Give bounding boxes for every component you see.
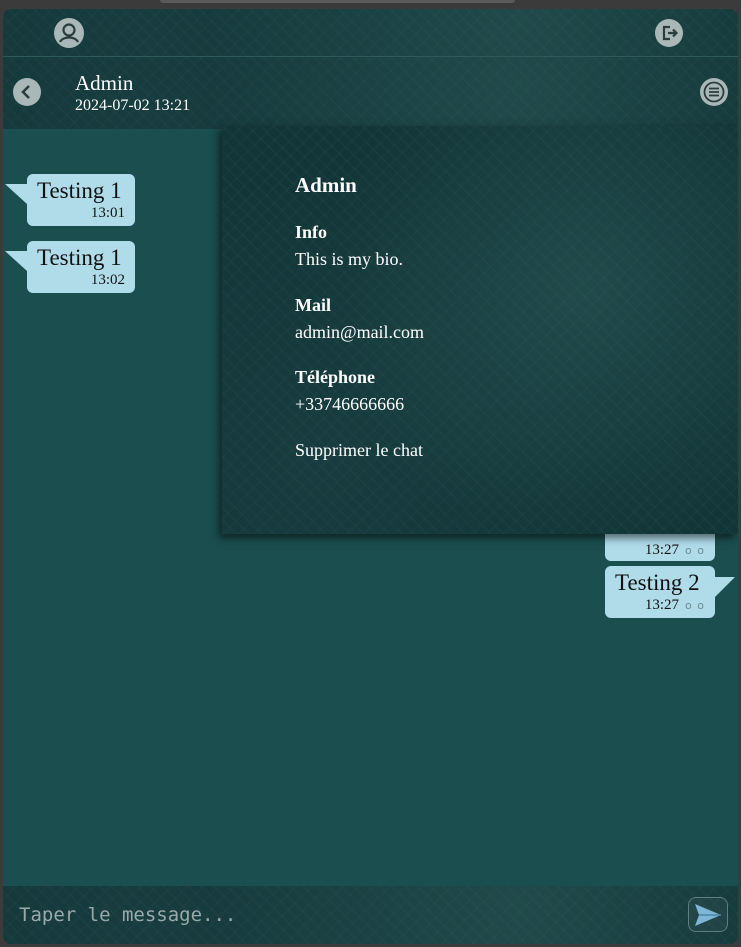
back-button[interactable] bbox=[13, 78, 41, 106]
delivery-status-icon: o o bbox=[685, 544, 705, 557]
window-notch bbox=[160, 0, 515, 3]
message-time: 13:01 bbox=[90, 205, 125, 221]
chat-app: Admin 2024-07-02 13:21 Testing 1 13:01 T… bbox=[3, 9, 738, 944]
delete-chat-button[interactable]: Supprimer le chat bbox=[295, 440, 423, 461]
menu-button[interactable] bbox=[700, 78, 728, 106]
message-text: Testing 1 bbox=[37, 245, 122, 270]
bubble-tail bbox=[715, 577, 735, 597]
menu-icon bbox=[701, 79, 727, 105]
message-bubble-incoming[interactable]: Testing 1 13:02 bbox=[5, 241, 135, 293]
message-meta: 13:27 o o bbox=[645, 541, 705, 560]
last-seen: 2024-07-02 13:21 bbox=[75, 97, 191, 114]
profile-button[interactable] bbox=[54, 18, 84, 48]
contact-info-panel: Admin Info This is my bio. Mail admin@ma… bbox=[222, 126, 738, 534]
message-text: Testing 2 bbox=[615, 570, 700, 595]
contact-name: Admin bbox=[75, 71, 134, 95]
bubble-tail bbox=[5, 184, 27, 204]
mail-value: admin@mail.com bbox=[295, 322, 425, 342]
message-bubble-incoming[interactable]: Testing 1 13:01 bbox=[5, 174, 135, 226]
send-icon bbox=[695, 903, 721, 926]
top-bar bbox=[3, 9, 738, 57]
phone-value: +33746666666 bbox=[295, 394, 405, 414]
logout-button[interactable] bbox=[655, 19, 683, 47]
send-button[interactable] bbox=[688, 897, 728, 932]
info-label: Info bbox=[295, 222, 328, 242]
message-bubble-outgoing[interactable]: Testing 2 13:27 o o bbox=[605, 566, 735, 618]
mail-label: Mail bbox=[295, 295, 331, 315]
message-time: 13:02 bbox=[90, 272, 125, 288]
panel-title: Admin bbox=[295, 173, 357, 197]
info-value: This is my bio. bbox=[295, 249, 404, 269]
message-meta: 13:27 o o bbox=[615, 596, 705, 615]
message-composer bbox=[3, 886, 738, 944]
bubble-tail bbox=[5, 251, 27, 271]
message-time: 13:27 bbox=[644, 597, 680, 613]
logout-icon bbox=[656, 20, 682, 46]
delivery-status-icon: o o bbox=[685, 599, 705, 612]
message-text: Testing 1 bbox=[37, 178, 122, 203]
chat-header: Admin 2024-07-02 13:21 bbox=[3, 57, 738, 129]
phone-label: Téléphone bbox=[295, 367, 376, 387]
user-circle-icon bbox=[55, 19, 83, 47]
chevron-left-icon bbox=[14, 79, 40, 105]
message-input[interactable] bbox=[17, 896, 671, 934]
message-time: 13:27 bbox=[644, 542, 680, 558]
